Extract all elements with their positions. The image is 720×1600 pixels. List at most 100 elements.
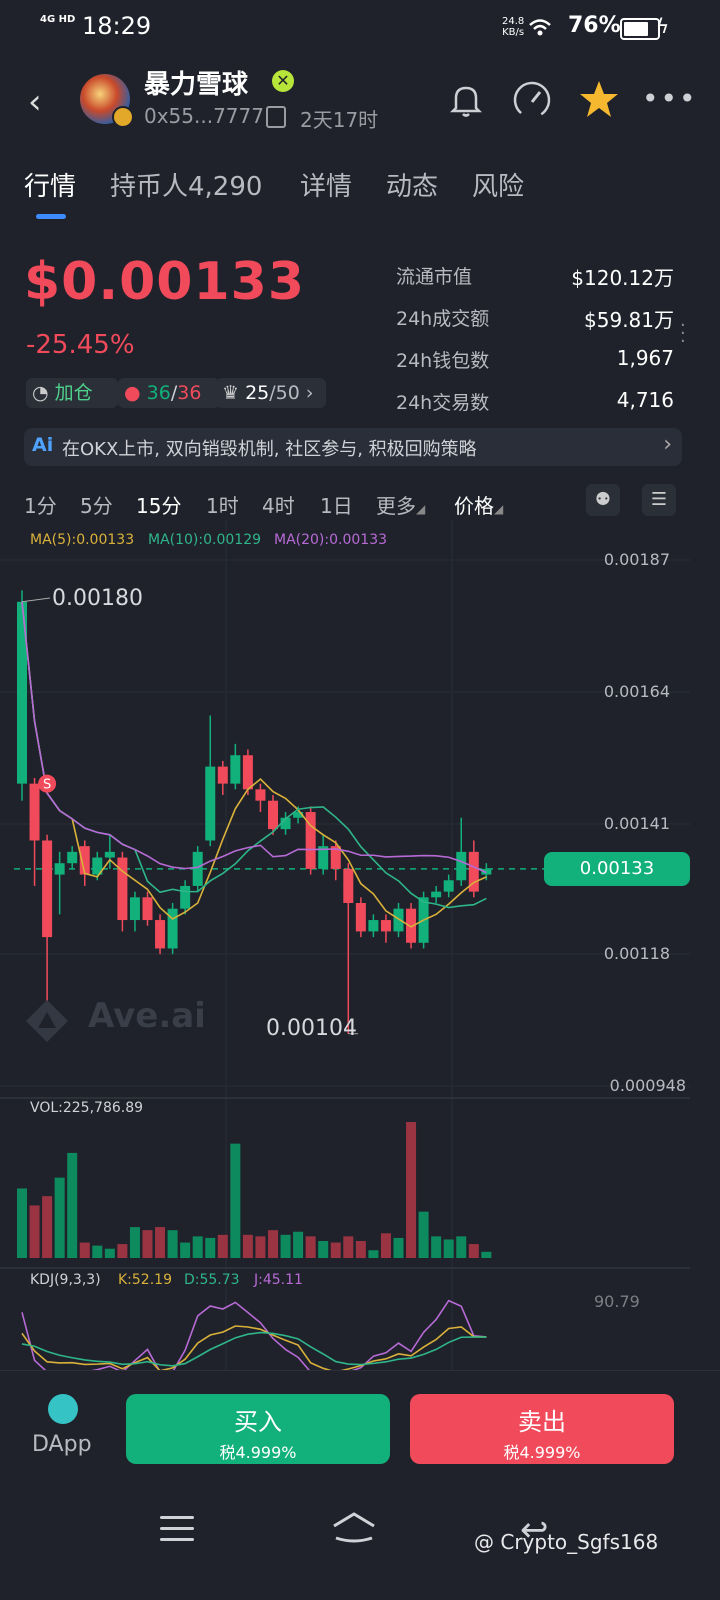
volume-bar bbox=[393, 1237, 404, 1258]
volume-bar bbox=[217, 1234, 228, 1258]
volume-bar bbox=[192, 1236, 203, 1258]
kdj-j-legend: J:45.11 bbox=[254, 1272, 303, 1288]
volume-bar bbox=[92, 1245, 103, 1258]
candle-body bbox=[456, 851, 467, 881]
volume-bar bbox=[117, 1244, 128, 1258]
kdj-legend: KDJ(9,3,3) bbox=[30, 1272, 101, 1288]
candle-body bbox=[129, 897, 140, 921]
volume-bar bbox=[343, 1236, 354, 1258]
timeframe-5m[interactable]: 5分 bbox=[80, 490, 113, 519]
current-price-tag: 0.00133 bbox=[544, 852, 690, 886]
ma10-line bbox=[21, 601, 487, 909]
chevron-right-icon: › bbox=[305, 382, 314, 404]
timeframe-more-dropdown[interactable]: 更多◢ bbox=[376, 490, 425, 519]
stat-label: 24h钱包数 bbox=[396, 350, 490, 372]
y-tick: 0.00187 bbox=[603, 550, 670, 569]
volume-bar bbox=[293, 1231, 304, 1258]
moneybag-chip[interactable]: ● 36/36 bbox=[118, 378, 220, 408]
buy-button[interactable]: 买入 税4.999% bbox=[126, 1394, 390, 1464]
home-icon[interactable] bbox=[330, 1508, 378, 1548]
star-icon[interactable] bbox=[578, 78, 620, 120]
tab-activity[interactable]: 动态 bbox=[386, 166, 438, 203]
candle-body bbox=[180, 885, 191, 909]
chart-settings-icon[interactable]: ☰ bbox=[642, 484, 676, 516]
y-tick: 0.00164 bbox=[603, 682, 670, 701]
kdj-d-legend: D:55.73 bbox=[184, 1272, 240, 1288]
watermark: Ave.ai bbox=[88, 996, 206, 1036]
caret-icon: ◢ bbox=[416, 502, 426, 516]
timeframe-4h[interactable]: 4时 bbox=[262, 490, 295, 519]
ai-summary-banner[interactable]: Ai 在OKX上市, 双向销毁机制, 社区参与, 积极回购策略 › bbox=[24, 428, 682, 466]
more-icon[interactable]: ••• bbox=[642, 82, 698, 115]
timeframe-1d[interactable]: 1日 bbox=[320, 490, 353, 519]
menu-icon[interactable] bbox=[160, 1516, 194, 1549]
back-icon[interactable]: ‹ bbox=[28, 82, 42, 122]
candle-body bbox=[192, 851, 203, 886]
token-address: 0x55...7777 bbox=[144, 104, 264, 128]
battery-fill bbox=[624, 22, 649, 36]
indicator-toggle-icon[interactable]: ⚉ bbox=[586, 484, 620, 516]
candle-body bbox=[104, 851, 115, 858]
volume-bar bbox=[456, 1236, 467, 1258]
volume-bar bbox=[268, 1230, 278, 1258]
candle-body bbox=[355, 902, 366, 932]
volume-bar bbox=[129, 1227, 140, 1258]
candle-body bbox=[368, 920, 379, 932]
tab-details[interactable]: 详情 bbox=[300, 166, 352, 203]
volume-bar bbox=[318, 1241, 329, 1258]
bell-icon[interactable] bbox=[446, 80, 486, 120]
verified-icon: ✕ bbox=[272, 70, 294, 92]
stat-value: 1,967 bbox=[616, 346, 674, 370]
volume-bar bbox=[255, 1236, 266, 1258]
volume-bar bbox=[54, 1177, 65, 1258]
dapp-button[interactable]: DApp bbox=[32, 1432, 92, 1457]
stats-more-icon[interactable]: · · · bbox=[680, 317, 688, 351]
candle-body bbox=[217, 766, 228, 784]
tab-market[interactable]: 行情 bbox=[24, 166, 76, 203]
volume-bar bbox=[242, 1234, 253, 1258]
credit-watermark: @ Crypto_Sgfs168 bbox=[474, 1530, 659, 1554]
kdj-d-line bbox=[21, 1331, 487, 1367]
copy-icon[interactable] bbox=[266, 106, 286, 128]
volume-bar bbox=[418, 1211, 429, 1258]
candle-body bbox=[431, 891, 442, 898]
timeframe-15m[interactable]: 15分 bbox=[136, 490, 181, 519]
candle-body bbox=[380, 920, 391, 932]
price-change: -25.45% bbox=[26, 330, 135, 360]
timeframe-1h[interactable]: 1时 bbox=[206, 490, 239, 519]
pancake-icon[interactable] bbox=[48, 1394, 78, 1424]
battery-percent: 76% bbox=[568, 13, 621, 38]
chef-icon: ◔ bbox=[32, 382, 49, 404]
crown-icon: ♛ bbox=[222, 382, 240, 404]
candle-body bbox=[29, 783, 40, 841]
kdj-k-legend: K:52.19 bbox=[118, 1272, 172, 1288]
volume-bar bbox=[230, 1143, 241, 1258]
volume-bar bbox=[280, 1234, 291, 1258]
candle-body bbox=[167, 908, 178, 949]
ma5-line bbox=[21, 601, 487, 928]
timeframe-1m[interactable]: 1分 bbox=[24, 490, 57, 519]
price-type-dropdown[interactable]: 价格◢ bbox=[454, 490, 503, 519]
kdj-j-line bbox=[21, 1299, 487, 1370]
volume-bar bbox=[368, 1250, 379, 1258]
current-price: $0.00133 bbox=[24, 252, 306, 312]
tab-risk[interactable]: 风险 bbox=[472, 166, 524, 203]
candle-body bbox=[42, 840, 53, 938]
add-position-chip[interactable]: ◔ 加仓 bbox=[26, 378, 118, 408]
volume-bar bbox=[355, 1241, 366, 1258]
sell-marker-label: S bbox=[43, 778, 51, 793]
ai-icon: Ai bbox=[32, 434, 54, 456]
crown-chip[interactable]: ♛ 25/50 › bbox=[216, 378, 326, 408]
ma20-line bbox=[21, 601, 487, 874]
volume-bar bbox=[29, 1205, 40, 1258]
kdj-top-tick: 90.79 bbox=[594, 1292, 640, 1311]
tab-holders[interactable]: 持币人4,290 bbox=[110, 166, 262, 203]
candle-body bbox=[393, 908, 404, 932]
sell-button[interactable]: 卖出 税4.999% bbox=[410, 1394, 674, 1464]
gauge-icon[interactable] bbox=[510, 78, 554, 122]
volume-bar bbox=[79, 1242, 90, 1258]
volume-bar bbox=[167, 1230, 178, 1258]
volume-bar bbox=[67, 1152, 78, 1258]
charging-icon: ϟ bbox=[656, 14, 670, 38]
candle-body bbox=[117, 857, 128, 921]
